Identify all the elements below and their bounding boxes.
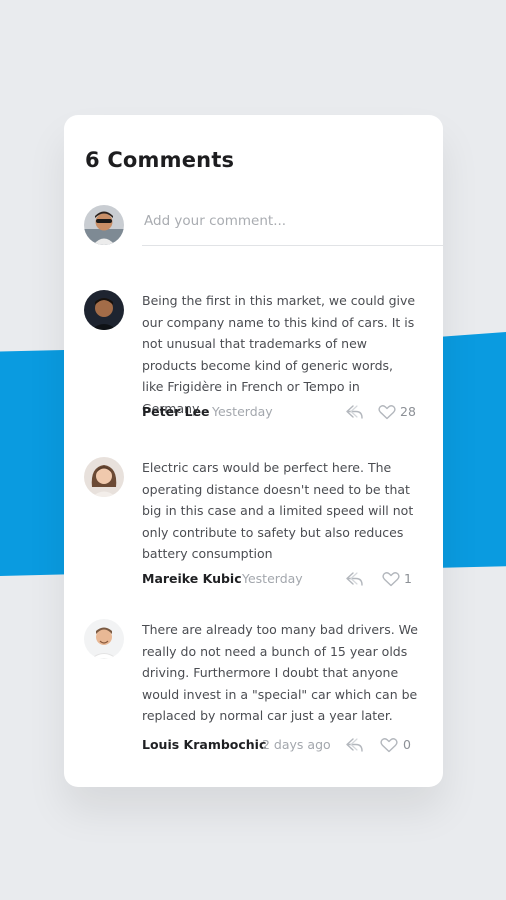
reply-icon[interactable] [346,404,364,420]
add-comment-row [84,204,443,246]
comment-input-underline [142,204,443,246]
like-count: 0 [403,737,411,752]
comment-meta: Louis Krambochic 2 days ago 0 [142,737,418,755]
comments-title: 6 Comments [85,148,235,172]
heart-icon[interactable] [382,571,400,587]
comment-time: Yesterday [242,571,303,586]
comment-text: Electric cars would be perfect here. The… [142,460,414,561]
comment-input[interactable] [142,212,426,230]
comment-item: Electric cars would be perfect here. The… [84,457,424,592]
comment-meta: Mareike Kubic Yesterday 1 [142,571,418,589]
comment-meta: Peter Lee Yesterday 28 [142,404,418,422]
heart-icon[interactable] [380,737,398,753]
comment-author[interactable]: Peter Lee [142,404,210,419]
comment-item: There are already too many bad drivers. … [84,619,424,759]
comment-time: 2 days ago [262,737,331,752]
reply-icon[interactable] [346,571,364,587]
comment-item: Being the first in this market, we could… [84,290,424,425]
current-user-avatar [84,205,124,245]
like-count: 1 [404,571,412,586]
reply-icon[interactable] [346,737,364,753]
author-avatar [84,619,124,659]
heart-icon[interactable] [378,404,396,420]
comments-card: 6 Comments Being the first [64,115,443,787]
like-count: 28 [400,404,416,419]
author-avatar [84,290,124,330]
comment-text: There are already too many bad drivers. … [142,622,418,723]
comment-text: Being the first in this market, we could… [142,293,416,416]
author-avatar [84,457,124,497]
comment-author[interactable]: Mareike Kubic [142,571,242,586]
comment-author[interactable]: Louis Krambochic [142,737,266,752]
comment-time: Yesterday [212,404,273,419]
